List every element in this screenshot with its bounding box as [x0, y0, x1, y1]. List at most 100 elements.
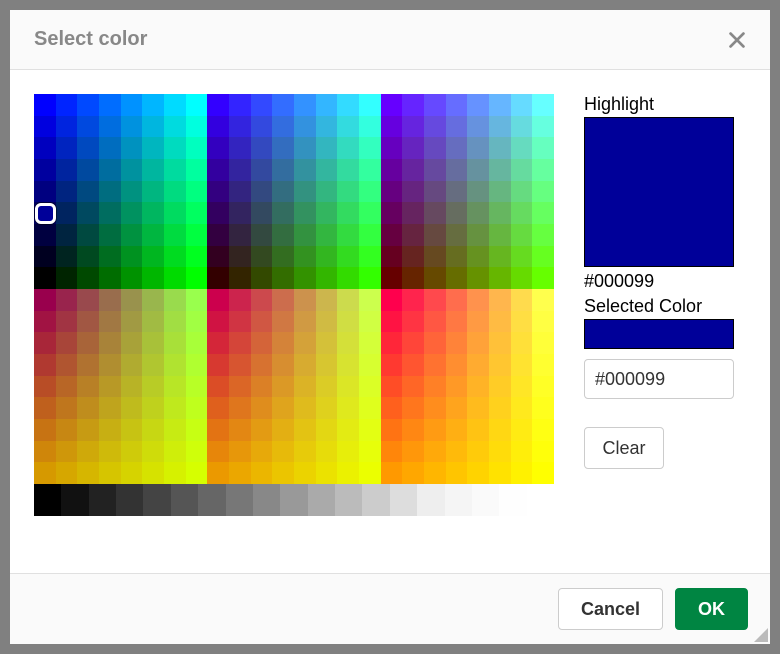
color-swatch[interactable]: [77, 267, 99, 289]
color-swatch[interactable]: [229, 246, 251, 268]
color-swatch[interactable]: [381, 332, 403, 354]
color-swatch[interactable]: [99, 181, 121, 203]
color-swatch[interactable]: [229, 376, 251, 398]
color-swatch[interactable]: [316, 419, 338, 441]
grey-swatch[interactable]: [226, 484, 253, 516]
color-swatch[interactable]: [251, 311, 273, 333]
color-swatch[interactable]: [34, 202, 56, 224]
color-swatch[interactable]: [164, 94, 186, 116]
color-swatch[interactable]: [121, 181, 143, 203]
color-swatch[interactable]: [186, 94, 208, 116]
color-swatch[interactable]: [251, 137, 273, 159]
color-swatch[interactable]: [186, 267, 208, 289]
color-swatch[interactable]: [142, 224, 164, 246]
color-swatch[interactable]: [402, 332, 424, 354]
color-swatch[interactable]: [294, 181, 316, 203]
color-swatch[interactable]: [294, 397, 316, 419]
color-swatch[interactable]: [381, 376, 403, 398]
color-swatch[interactable]: [121, 246, 143, 268]
color-swatch[interactable]: [446, 137, 468, 159]
color-swatch[interactable]: [99, 159, 121, 181]
color-swatch[interactable]: [402, 354, 424, 376]
color-swatch[interactable]: [251, 224, 273, 246]
color-swatch[interactable]: [424, 289, 446, 311]
color-swatch[interactable]: [251, 246, 273, 268]
color-swatch[interactable]: [424, 376, 446, 398]
color-swatch[interactable]: [272, 354, 294, 376]
hex-input[interactable]: [584, 359, 734, 399]
color-swatch[interactable]: [34, 267, 56, 289]
color-swatch[interactable]: [381, 354, 403, 376]
color-swatch[interactable]: [207, 94, 229, 116]
color-swatch[interactable]: [251, 419, 273, 441]
color-swatch[interactable]: [489, 397, 511, 419]
color-swatch[interactable]: [489, 441, 511, 463]
ok-button[interactable]: OK: [675, 588, 748, 630]
color-swatch[interactable]: [164, 311, 186, 333]
color-swatch[interactable]: [77, 159, 99, 181]
color-swatch[interactable]: [402, 246, 424, 268]
color-swatch[interactable]: [121, 224, 143, 246]
color-swatch[interactable]: [381, 397, 403, 419]
color-swatch[interactable]: [229, 116, 251, 138]
color-swatch[interactable]: [337, 159, 359, 181]
color-swatch[interactable]: [56, 137, 78, 159]
color-swatch[interactable]: [532, 94, 554, 116]
color-swatch[interactable]: [56, 462, 78, 484]
color-swatch[interactable]: [229, 202, 251, 224]
color-swatch[interactable]: [467, 224, 489, 246]
color-swatch[interactable]: [121, 289, 143, 311]
color-swatch[interactable]: [337, 116, 359, 138]
color-swatch[interactable]: [424, 202, 446, 224]
color-swatch[interactable]: [316, 441, 338, 463]
color-swatch[interactable]: [511, 289, 533, 311]
color-swatch[interactable]: [446, 441, 468, 463]
color-swatch[interactable]: [99, 202, 121, 224]
color-swatch[interactable]: [446, 462, 468, 484]
color-swatch[interactable]: [186, 116, 208, 138]
color-swatch[interactable]: [511, 354, 533, 376]
color-swatch[interactable]: [359, 462, 381, 484]
color-swatch[interactable]: [467, 376, 489, 398]
color-swatch[interactable]: [142, 137, 164, 159]
color-swatch[interactable]: [251, 181, 273, 203]
color-swatch[interactable]: [402, 311, 424, 333]
color-swatch[interactable]: [511, 311, 533, 333]
color-swatch[interactable]: [186, 159, 208, 181]
color-swatch[interactable]: [316, 246, 338, 268]
grey-ramp[interactable]: [34, 484, 554, 516]
color-swatch[interactable]: [337, 224, 359, 246]
color-swatch[interactable]: [121, 419, 143, 441]
color-swatch[interactable]: [77, 354, 99, 376]
color-swatch[interactable]: [164, 159, 186, 181]
color-swatch[interactable]: [272, 311, 294, 333]
color-swatch[interactable]: [164, 267, 186, 289]
color-swatch[interactable]: [34, 224, 56, 246]
color-swatch[interactable]: [99, 397, 121, 419]
color-swatch[interactable]: [359, 441, 381, 463]
color-swatch[interactable]: [489, 159, 511, 181]
color-swatch[interactable]: [99, 289, 121, 311]
color-swatch[interactable]: [294, 137, 316, 159]
color-swatch[interactable]: [511, 419, 533, 441]
color-swatch[interactable]: [337, 419, 359, 441]
color-swatch[interactable]: [489, 267, 511, 289]
color-swatch[interactable]: [229, 289, 251, 311]
color-swatch[interactable]: [142, 267, 164, 289]
color-swatch[interactable]: [99, 354, 121, 376]
color-swatch[interactable]: [316, 376, 338, 398]
color-swatch[interactable]: [142, 159, 164, 181]
color-swatch[interactable]: [34, 311, 56, 333]
color-swatch[interactable]: [77, 116, 99, 138]
color-swatch[interactable]: [251, 332, 273, 354]
color-swatch[interactable]: [272, 181, 294, 203]
color-swatch[interactable]: [121, 311, 143, 333]
color-swatch[interactable]: [229, 311, 251, 333]
color-swatch[interactable]: [402, 202, 424, 224]
color-swatch[interactable]: [446, 332, 468, 354]
color-swatch[interactable]: [294, 289, 316, 311]
color-swatch[interactable]: [56, 376, 78, 398]
color-swatch[interactable]: [489, 94, 511, 116]
color-swatch[interactable]: [402, 267, 424, 289]
color-swatch[interactable]: [56, 441, 78, 463]
